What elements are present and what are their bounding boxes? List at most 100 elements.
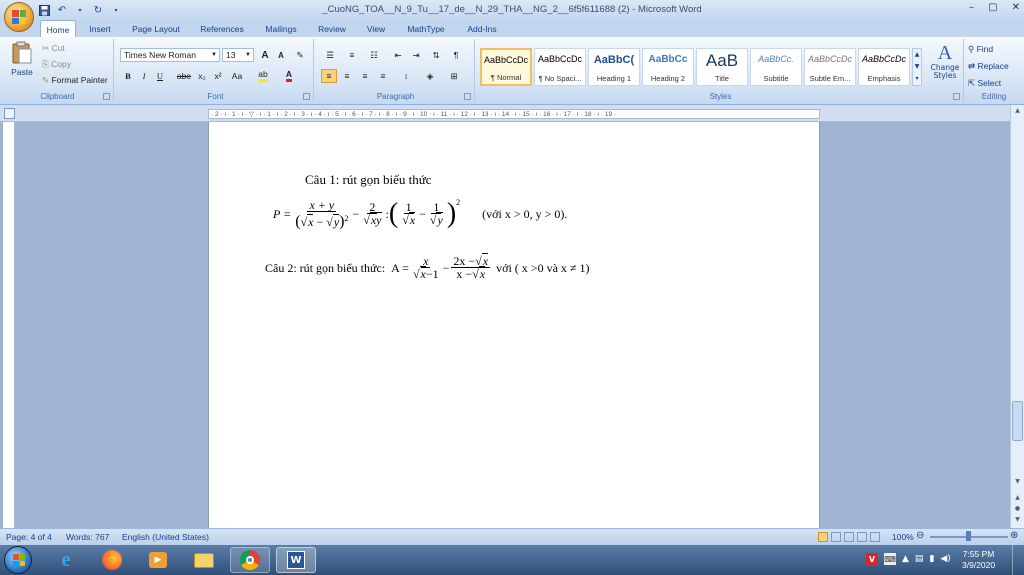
numbering-icon[interactable]: ≡ [343,48,361,62]
style-heading-1[interactable]: AaBbC(Heading 1 [588,48,640,86]
scroll-down-icon[interactable]: ▼ [1012,478,1023,488]
zoom-level[interactable]: 100% [892,532,914,542]
tab-view[interactable]: View [362,22,390,37]
style-subtitle[interactable]: AaBbCc. Subtitle [750,48,802,86]
signal-icon[interactable]: ▮ [929,554,934,564]
multilevel-list-icon[interactable]: ☷ [365,48,383,62]
clear-formatting-icon[interactable]: ✎ [292,48,308,62]
style-subtle-emphasis[interactable]: AaBbCcDc Subtle Em... [804,48,856,86]
zoom-out-icon[interactable]: ⊖ [916,530,924,541]
media-player-icon[interactable]: ▶ [138,547,178,573]
pilcrow-icon[interactable]: ¶ [449,48,463,62]
style-no-spacing[interactable]: AaBbCcDc ¶ No Spaci... [534,48,586,86]
clipboard-launcher-icon[interactable] [103,93,110,100]
shading-icon[interactable]: ◈ [421,69,439,83]
align-center-icon[interactable]: ≡ [339,69,355,83]
change-case-button[interactable]: Aa [228,69,246,83]
increase-indent-icon[interactable]: ⇥ [409,48,423,62]
align-right-icon[interactable]: ≡ [357,69,373,83]
font-color-icon[interactable]: A [280,69,298,83]
chrome-icon[interactable] [230,547,270,573]
file-explorer-icon[interactable] [184,547,224,573]
restore-button[interactable]: ▢ [988,2,997,13]
style-emphasis[interactable]: AaBbCcDc Emphasis [858,48,910,86]
keyboard-icon[interactable]: ⌨ [884,553,896,565]
change-styles-button[interactable]: A Change Styles [926,42,964,90]
underline-button[interactable]: U [154,69,166,83]
draft-icon[interactable] [870,532,880,542]
scroll-thumb[interactable] [1012,401,1023,441]
antivirus-icon[interactable]: V [866,553,878,565]
language-indicator[interactable]: English (United States) [122,532,209,542]
format-painter-button[interactable]: ✎ Format Painter [42,73,108,87]
style-title[interactable]: AaB Title [696,48,748,86]
firefox-icon[interactable] [92,547,132,573]
bold-button[interactable]: B [122,69,134,83]
horizontal-ruler[interactable]: · 2 · ı · 1 · ı · ▽ · ı · 1 · ı · 2 · ı … [0,105,1024,122]
tab-insert[interactable]: Insert [84,22,116,37]
bullets-icon[interactable]: ☰ [321,48,339,62]
next-page-icon[interactable]: ▼ [1012,516,1023,526]
styles-scroll[interactable]: ▲ ▼ ▾ [912,48,922,86]
zoom-in-icon[interactable]: ⊕ [1010,530,1018,541]
align-left-icon[interactable]: ≡ [321,69,337,83]
vertical-scrollbar[interactable]: ▲ ▼ ▲ ● ▼ [1010,105,1024,528]
network-icon[interactable]: ▤ [915,554,924,564]
outline-icon[interactable] [857,532,867,542]
styles-launcher-icon[interactable] [953,93,960,100]
paragraph-launcher-icon[interactable] [464,93,471,100]
tab-mailings[interactable]: Mailings [260,22,302,37]
tab-selector-icon[interactable] [4,108,15,119]
word-taskbar-icon[interactable]: W [276,547,316,573]
close-button[interactable]: ✕ [1012,2,1020,13]
previous-page-icon[interactable]: ▲ [1012,494,1023,504]
clock[interactable]: 7:55 PM 3/9/2020 [962,549,995,571]
find-button[interactable]: ⚲ Find [968,42,993,56]
full-screen-icon[interactable] [831,532,841,542]
tab-review[interactable]: Review [314,22,350,37]
tab-add-ins[interactable]: Add-Ins [462,22,502,37]
grow-font-button[interactable]: A [258,48,272,62]
strikethrough-button[interactable]: abe [176,69,192,83]
show-desktop-button[interactable] [1012,545,1024,575]
vertical-ruler[interactable] [3,122,15,528]
zoom-slider-handle[interactable] [966,531,971,541]
style-heading-2[interactable]: AaBbCc Heading 2 [642,48,694,86]
page-count[interactable]: Page: 4 of 4 [6,532,52,542]
tab-references[interactable]: References [196,22,248,37]
subscript-button[interactable]: x₂ [196,69,208,83]
copy-button[interactable]: ⎘ Copy [42,57,71,71]
web-layout-icon[interactable] [844,532,854,542]
select-button[interactable]: ⇱ Select [968,76,1001,90]
start-button[interactable] [4,546,32,574]
minimize-button[interactable]: – [969,2,974,13]
cut-button[interactable]: ✂ Cut [42,41,65,55]
volume-icon[interactable]: ◀) [940,554,950,564]
print-layout-icon[interactable] [818,532,828,542]
justify-icon[interactable]: ≡ [375,69,391,83]
style-normal[interactable]: AaBbCcDc ¶ Normal [480,48,532,86]
replace-button[interactable]: ⇄ Replace [968,59,1009,73]
highlight-icon[interactable]: ab [254,69,272,83]
scroll-up-icon[interactable]: ▲ [1012,107,1023,117]
line-spacing-icon[interactable]: ↕ [397,69,415,83]
decrease-indent-icon[interactable]: ⇤ [391,48,405,62]
word-count[interactable]: Words: 767 [66,532,109,542]
tab-page-layout[interactable]: Page Layout [128,22,184,37]
paste-button[interactable]: Paste [8,41,36,85]
borders-icon[interactable]: ⊞ [445,69,463,83]
office-button[interactable] [4,2,34,32]
show-hidden-icon[interactable]: ▲ [902,554,909,564]
font-family-select[interactable]: Times New Roman ▼ [120,48,220,62]
tab-home[interactable]: Home [40,20,76,37]
internet-explorer-icon[interactable]: e [46,547,86,573]
font-launcher-icon[interactable] [303,93,310,100]
document-page[interactable]: Câu 1: rút gọn biểu thức P = x + y (√x −… [208,122,820,528]
italic-button[interactable]: I [138,69,150,83]
font-size-select[interactable]: 13 ▼ [222,48,254,62]
superscript-button[interactable]: x² [212,69,224,83]
sort-icon[interactable]: ⇅ [429,48,443,62]
tab-mathtype[interactable]: MathType [402,22,450,37]
browse-object-icon[interactable]: ● [1012,505,1023,515]
shrink-font-button[interactable]: A [274,48,288,62]
